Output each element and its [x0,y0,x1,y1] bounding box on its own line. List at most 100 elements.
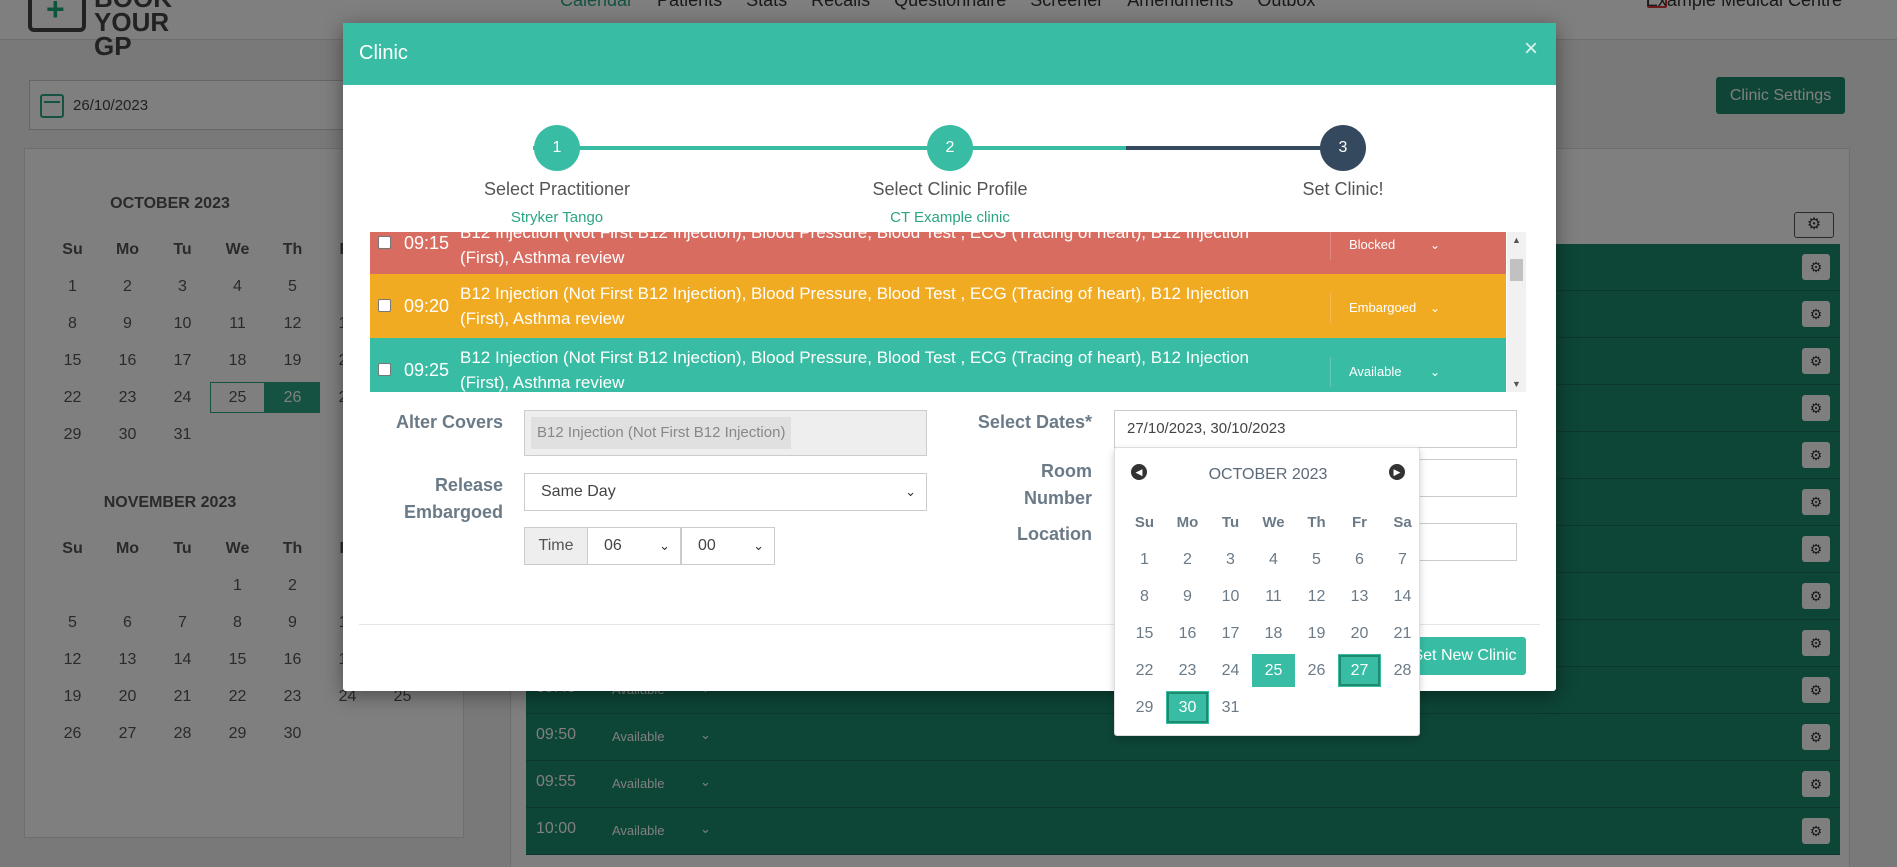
scroll-down-arrow[interactable]: ▼ [1512,379,1521,389]
datepicker-weekday: Fr [1352,514,1367,531]
appointment-checkbox[interactable] [378,363,391,376]
chevron-down-icon: ⌄ [753,538,764,553]
step-2-circle[interactable]: 2 [927,125,973,171]
minute-value: 00 [698,537,716,554]
datepicker-week: 8 9 10 11 12 13 14 [1123,578,1424,615]
appointment-list: 09:15 B12 Injection (Not First B12 Injec… [370,232,1526,392]
appointment-description: B12 Injection (Not First B12 Injection),… [460,232,1249,267]
step-1-selection: Stryker Tango [510,209,604,226]
datepicker-day[interactable]: 28 [1381,654,1424,687]
appointment-row[interactable]: 09:25 B12 Injection (Not First B12 Injec… [370,338,1506,392]
datepicker-day[interactable]: 2 [1166,543,1209,576]
datepicker-day[interactable]: 27 [1338,654,1381,687]
room-label-line2: Number [1023,488,1092,508]
hour-select[interactable]: 06 ⌄ [587,527,681,565]
scroll-up-arrow[interactable]: ▲ [1512,235,1521,245]
datepicker-day[interactable]: 11 [1252,580,1295,613]
next-month-icon[interactable]: ▶ [1389,464,1405,480]
hour-value: 06 [604,537,622,554]
datepicker-day[interactable]: 19 [1295,617,1338,650]
datepicker-day[interactable]: 25 [1252,654,1295,687]
scrollbar-thumb[interactable] [1510,259,1523,281]
room-label-line1: Room [1041,461,1092,481]
appointment-description: B12 Injection (Not First B12 Injection),… [460,284,1249,328]
datepicker-day[interactable]: 16 [1166,617,1209,650]
datepicker-day[interactable]: 12 [1295,580,1338,613]
datepicker-title: OCTOBER 2023 [1208,466,1328,483]
datepicker-day[interactable]: 31 [1209,691,1252,724]
step-1-circle[interactable]: 1 [534,125,580,171]
appointment-row[interactable]: 09:15 B12 Injection (Not First B12 Injec… [370,232,1506,274]
datepicker-weekday: We [1262,514,1285,531]
datepicker-week: 22 23 24 25 26 27 28 [1123,652,1424,689]
datepicker-week: 29 30 31 [1123,689,1424,726]
release-embargoed-select[interactable]: Same Day ⌄ [524,473,927,511]
datepicker-weekday: Th [1307,514,1326,531]
release-label-line2: Embargoed [403,502,503,522]
datepicker-day[interactable]: 30 [1166,691,1209,724]
appointment-status: Embargoed [1349,300,1417,315]
appointment-status-select[interactable]: Available ⌄ [1330,357,1452,387]
release-embargoed-value: Same Day [541,483,616,500]
datepicker-day[interactable]: 26 [1295,654,1338,687]
datepicker-weekday: Mo [1176,514,1199,531]
datepicker-day[interactable]: 1 [1123,543,1166,576]
select-dates-label: Select Dates* [977,412,1092,432]
modal-header: Clinic × [343,23,1556,85]
datepicker-week: 1234567 [1123,541,1424,578]
step-wizard: 1 Select Practitioner Stryker Tango 2 Se… [343,85,1556,226]
step-connector-1 [533,146,926,150]
datepicker-day[interactable]: 22 [1123,654,1166,687]
appointment-status: Available [1349,364,1402,379]
step-2-selection: CT Example clinic [890,209,1010,226]
chevron-down-icon: ⌄ [1429,365,1440,379]
datepicker-day[interactable]: 10 [1209,580,1252,613]
datepicker-day[interactable]: 7 [1381,543,1424,576]
appointment-row[interactable]: 09:20 B12 Injection (Not First B12 Injec… [370,274,1506,338]
covers-tag: B12 Injection (Not First B12 Injection) [531,417,792,449]
appointment-scrollbar[interactable]: ▲ ▼ [1507,232,1526,392]
datepicker-day[interactable]: 9 [1166,580,1209,613]
chevron-down-icon: ⌄ [1429,238,1440,252]
datepicker-day[interactable]: 17 [1209,617,1252,650]
datepicker-day [1381,691,1424,724]
datepicker-weekday: Su [1134,514,1155,531]
datepicker-day[interactable]: 14 [1381,580,1424,613]
appointment-time: 09:15 [404,233,450,253]
minute-select[interactable]: 00 ⌄ [681,527,775,565]
appointment-status-select[interactable]: Blocked ⌄ [1330,232,1452,260]
datepicker-day[interactable]: 21 [1381,617,1424,650]
datepicker-week: 15 16 17 18 19 20 21 [1123,615,1424,652]
room-number-label: Room Number [923,458,1092,512]
select-dates-input[interactable]: 27/10/2023, 30/10/2023 [1114,410,1517,448]
datepicker-day[interactable]: 5 [1295,543,1338,576]
datepicker-day[interactable]: 20 [1338,617,1381,650]
datepicker-weekday-header: Su Mo Tu We Th Fr Sa [1123,504,1424,541]
appointment-status-select[interactable]: Embargoed ⌄ [1330,293,1452,323]
release-embargoed-label: Release Embargoed [363,472,503,526]
step-3-label: Set Clinic! [1302,179,1384,199]
appointment-time: 09:25 [404,360,450,380]
datepicker-day[interactable]: 6 [1338,543,1381,576]
datepicker-day[interactable]: 3 [1209,543,1252,576]
close-icon[interactable]: × [1524,35,1538,63]
datepicker-day[interactable]: 18 [1252,617,1295,650]
datepicker-day[interactable]: 24 [1209,654,1252,687]
datepicker-day[interactable]: 23 [1166,654,1209,687]
datepicker-day[interactable]: 29 [1123,691,1166,724]
datepicker-day[interactable]: 15 [1123,617,1166,650]
appointment-status: Blocked [1349,237,1396,252]
step-3-circle[interactable]: 3 [1320,125,1366,171]
datepicker-day[interactable]: 8 [1123,580,1166,613]
datepicker-day[interactable]: 4 [1252,543,1295,576]
appointment-time: 09:20 [404,296,450,316]
datepicker-popup: ◀ OCTOBER 2023 ▶ Su Mo Tu We Th Fr Sa 1 2 3 4 5 6 7 8 9… [1114,447,1420,736]
datepicker-grid: Su Mo Tu We Th Fr Sa 1 2 3 4 5 6 7 8 9 10 11 12 13 14 15 16 17 1… [1123,504,1424,726]
appointment-checkbox[interactable] [378,299,391,312]
time-addon-label: Time [524,527,588,565]
datepicker-day[interactable]: 13 [1338,580,1381,613]
alter-covers-multiselect[interactable]: B12 Injection (Not First B12 Injection) [524,410,927,456]
datepicker-day [1295,691,1338,724]
datepicker-weekday: Tu [1221,514,1240,531]
appointment-checkbox[interactable] [378,236,391,249]
